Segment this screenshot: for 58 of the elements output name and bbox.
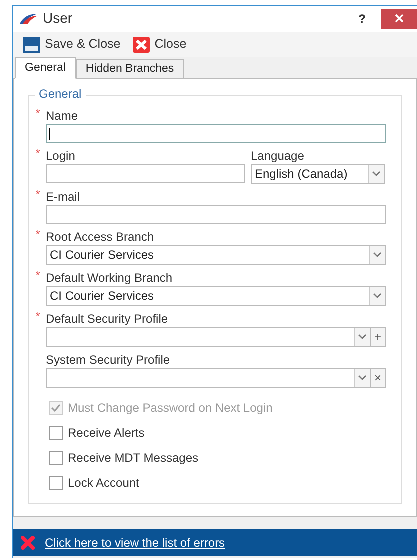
combo-value: English (Canada)	[254, 166, 349, 184]
close-button[interactable]	[381, 8, 417, 29]
dropdown-button[interactable]	[369, 287, 385, 306]
required-marker: *	[36, 230, 40, 242]
required-marker: *	[36, 271, 40, 282]
app-logo-icon	[19, 12, 39, 25]
window-title: User	[43, 9, 73, 28]
tab[interactable]: Hidden Branches	[76, 59, 184, 80]
close-icon	[394, 14, 404, 24]
input-field[interactable]	[46, 124, 386, 144]
chevron-down-icon	[358, 375, 367, 382]
dropdown-button[interactable]	[354, 328, 370, 346]
combo-box[interactable]: English (Canada)	[251, 164, 385, 184]
field-label: Root Access Branch	[46, 231, 154, 244]
tab[interactable]: General	[15, 57, 76, 80]
chevron-down-icon	[373, 252, 382, 258]
checkbox[interactable]	[49, 426, 63, 440]
field-label: System Security Profile	[46, 354, 170, 366]
errors-link[interactable]: Click here to view the list of errors	[45, 534, 226, 552]
dropdown-button[interactable]	[369, 246, 385, 264]
close-x-icon	[132, 36, 150, 52]
side-button[interactable]: +	[371, 327, 386, 348]
combo-box[interactable]	[46, 368, 371, 388]
required-marker: *	[36, 149, 40, 160]
group-title: General	[35, 88, 86, 100]
input-field[interactable]	[46, 205, 386, 224]
checkbox[interactable]	[49, 476, 63, 490]
error-x-icon	[21, 536, 35, 550]
save-close-button[interactable]: Save & Close	[23, 35, 121, 54]
checkbox[interactable]	[49, 451, 63, 466]
required-marker: *	[36, 109, 40, 120]
input-field[interactable]	[46, 164, 245, 184]
required-marker: *	[36, 190, 40, 202]
combo-box[interactable]	[46, 327, 371, 348]
field-label: E-mail	[46, 191, 80, 204]
checkmark-icon	[51, 404, 61, 412]
dropdown-button[interactable]	[368, 165, 384, 184]
checkbox-label: Lock Account	[68, 475, 140, 492]
help-button[interactable]: ?	[358, 10, 366, 28]
combo-box[interactable]: CI Courier Services	[46, 245, 386, 266]
checkbox-label: Receive Alerts	[68, 425, 145, 442]
combo-value: CI Courier Services	[49, 247, 156, 264]
field-label: Default Working Branch	[46, 272, 173, 284]
close-toolbar-button[interactable]: Close	[132, 35, 187, 54]
chevron-down-icon	[372, 171, 381, 178]
field-label: Name	[46, 110, 78, 122]
field-label: Language	[251, 150, 304, 162]
side-button[interactable]: ×	[371, 368, 386, 388]
checkbox-label: Must Change Password on Next Login	[68, 400, 273, 418]
checkbox-label: Receive MDT Messages	[68, 450, 198, 468]
chevron-down-icon	[358, 334, 367, 340]
field-label: Default Security Profile	[46, 313, 168, 326]
combo-value: CI Courier Services	[49, 288, 156, 306]
dropdown-button[interactable]	[354, 369, 370, 388]
chevron-down-icon	[373, 293, 382, 300]
combo-box[interactable]: CI Courier Services	[46, 286, 386, 306]
required-marker: *	[36, 312, 40, 324]
field-label: Login	[46, 150, 76, 162]
